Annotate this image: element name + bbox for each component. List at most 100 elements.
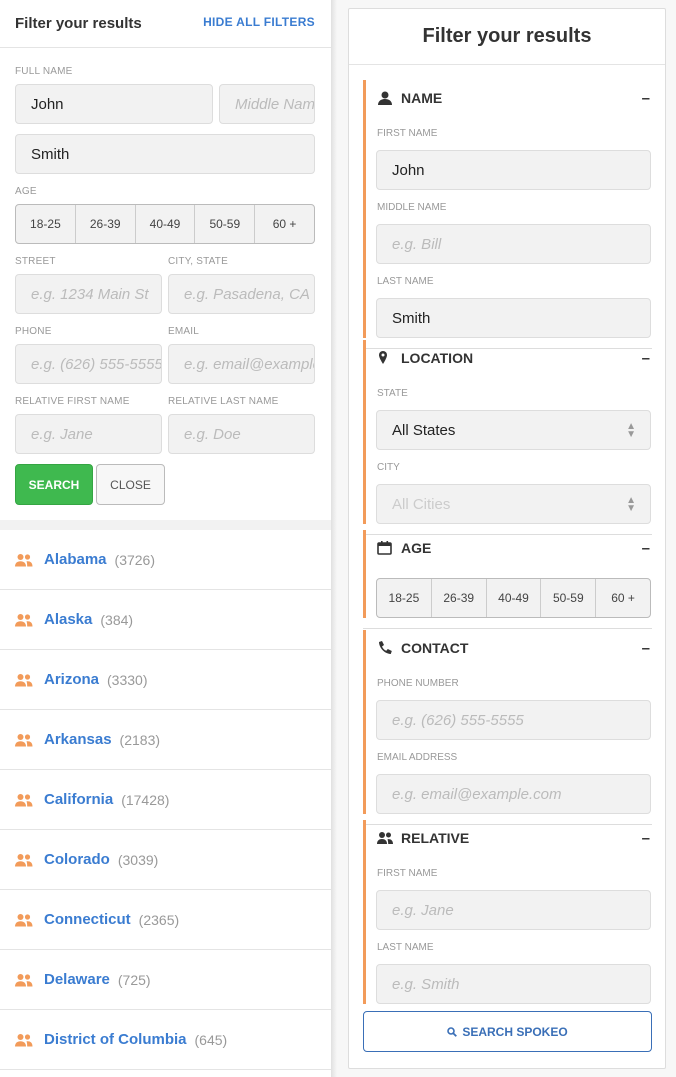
right-relative-first-name-field[interactable]: e.g. Jane xyxy=(376,890,651,930)
email-label: EMAIL xyxy=(168,326,200,337)
state-list-item[interactable]: Arkansas (2183) xyxy=(0,710,331,770)
age-label: AGE xyxy=(15,186,37,197)
right-last-name-field[interactable]: Smith xyxy=(376,298,651,338)
name-section-header[interactable]: NAME – xyxy=(366,80,652,116)
search-spokeo-button[interactable]: SEARCH SPOKEO xyxy=(363,1011,652,1052)
right-phone-field[interactable]: e.g. (626) 555-5555 xyxy=(376,700,651,740)
state-list-item[interactable]: Delaware (725) xyxy=(0,950,331,1010)
phone-label: PHONE xyxy=(15,326,52,337)
state-select[interactable]: All States ▲ ▼ xyxy=(376,410,651,450)
right-relative-last-name-field[interactable]: e.g. Smith xyxy=(376,964,651,1004)
age-range-selector: 18-25 26-39 40-49 50-59 60 + xyxy=(15,204,315,244)
right-age-range-selector: 18-25 26-39 40-49 50-59 60 + xyxy=(376,578,651,618)
middle-name-label: MIDDLE NAME xyxy=(377,202,447,213)
state-name[interactable]: Colorado xyxy=(44,851,110,868)
state-name[interactable]: California xyxy=(44,791,113,808)
state-list-item[interactable]: Connecticut (2365) xyxy=(0,890,331,950)
state-name[interactable]: Alaska xyxy=(44,611,92,628)
relative-last-name-label: LAST NAME xyxy=(377,942,434,953)
name-section: NAME – FIRST NAME John MIDDLE NAME e.g. … xyxy=(363,80,652,349)
state-list-item[interactable]: Alaska (384) xyxy=(0,590,331,650)
state-list-item[interactable]: Arizona (3330) xyxy=(0,650,331,710)
state-list-item[interactable]: District of Columbia (645) xyxy=(0,1010,331,1070)
users-icon xyxy=(15,673,33,686)
collapse-name-icon[interactable]: – xyxy=(642,90,650,107)
age-section-header[interactable]: AGE – xyxy=(366,530,652,566)
age-option[interactable]: 50-59 xyxy=(541,579,597,617)
state-count: (17428) xyxy=(121,791,170,808)
relative-first-name-label: RELATIVE FIRST NAME xyxy=(15,396,130,407)
search-button[interactable]: SEARCH xyxy=(15,464,93,505)
right-email-field[interactable]: e.g. email@example.com xyxy=(376,774,651,814)
age-option[interactable]: 40-49 xyxy=(136,205,196,243)
contact-section-header[interactable]: CONTACT – xyxy=(366,630,652,666)
middle-name-field[interactable]: Middle Name xyxy=(219,84,315,124)
left-filter-form: FULL NAME John Middle Name Smith AGE 18-… xyxy=(0,48,331,520)
state-count: (645) xyxy=(194,1031,228,1048)
email-field[interactable]: e.g. email@example.com xyxy=(168,344,315,384)
state-count: (2183) xyxy=(119,731,161,748)
right-title: Filter your results xyxy=(349,9,665,65)
collapse-relative-icon[interactable]: – xyxy=(642,830,650,847)
state-name[interactable]: Delaware xyxy=(44,971,110,988)
city-state-field[interactable]: e.g. Pasadena, CA xyxy=(168,274,315,314)
users-icon xyxy=(15,733,33,746)
relative-section-header[interactable]: RELATIVE – xyxy=(366,820,652,856)
calendar-icon xyxy=(377,541,392,555)
first-name-label: FIRST NAME xyxy=(377,128,438,139)
age-option[interactable]: 50-59 xyxy=(195,205,256,243)
collapse-contact-icon[interactable]: – xyxy=(642,640,650,657)
users-icon xyxy=(15,613,33,626)
state-list-item[interactable]: Colorado (3039) xyxy=(0,830,331,890)
state-count: (3330) xyxy=(107,671,148,688)
select-arrows-icon: ▲ ▼ xyxy=(626,421,636,440)
users-icon xyxy=(15,1033,33,1046)
city-state-label: CITY, STATE xyxy=(168,256,228,267)
left-title: Filter your results xyxy=(15,15,142,32)
age-option[interactable]: 18-25 xyxy=(16,205,76,243)
location-section-header[interactable]: LOCATION – xyxy=(366,340,652,376)
contact-section: CONTACT – PHONE NUMBER e.g. (626) 555-55… xyxy=(363,630,652,825)
users-icon xyxy=(377,832,393,844)
right-middle-name-field[interactable]: e.g. Bill xyxy=(376,224,651,264)
city-label: CITY xyxy=(377,462,400,473)
location-section: LOCATION – STATE All States ▲ ▼ CITY All … xyxy=(363,340,652,535)
state-name[interactable]: District of Columbia xyxy=(44,1031,187,1048)
last-name-label: LAST NAME xyxy=(377,276,434,287)
person-icon xyxy=(378,91,392,105)
age-option[interactable]: 26-39 xyxy=(76,205,136,243)
email-address-label: EMAIL ADDRESS xyxy=(377,752,458,763)
name-section-title: NAME xyxy=(401,90,443,106)
state-list-item[interactable]: Alabama (3726) xyxy=(0,530,331,590)
users-icon xyxy=(15,553,33,566)
last-name-field[interactable]: Smith xyxy=(15,134,315,174)
users-icon xyxy=(15,853,33,866)
state-list-item[interactable]: California (17428) xyxy=(0,770,331,830)
relative-last-name-field[interactable]: e.g. Doe xyxy=(168,414,315,454)
close-button[interactable]: CLOSE xyxy=(96,464,165,505)
state-name[interactable]: Connecticut xyxy=(44,911,131,928)
collapse-age-icon[interactable]: – xyxy=(642,540,650,557)
age-option[interactable]: 60 + xyxy=(255,205,314,243)
right-filter-sidebar: Filter your results NAME – FIRST NAME Jo… xyxy=(337,0,676,1077)
phone-field[interactable]: e.g. (626) 555-5555 xyxy=(15,344,162,384)
city-select[interactable]: All Cities ▲ ▼ xyxy=(376,484,651,524)
age-section: AGE – 18-25 26-39 40-49 50-59 60 + xyxy=(363,530,652,629)
relative-first-name-field[interactable]: e.g. Jane xyxy=(15,414,162,454)
first-name-field[interactable]: John xyxy=(15,84,213,124)
street-field[interactable]: e.g. 1234 Main St xyxy=(15,274,162,314)
right-first-name-field[interactable]: John xyxy=(376,150,651,190)
search-icon xyxy=(447,1026,458,1037)
location-section-title: LOCATION xyxy=(401,350,474,366)
collapse-location-icon[interactable]: – xyxy=(642,350,650,367)
section-divider xyxy=(0,520,331,530)
search-spokeo-label: SEARCH SPOKEO xyxy=(462,1024,568,1039)
age-option[interactable]: 60 + xyxy=(596,579,650,617)
age-option[interactable]: 18-25 xyxy=(377,579,432,617)
state-name[interactable]: Arkansas xyxy=(44,731,112,748)
age-option[interactable]: 40-49 xyxy=(487,579,542,617)
age-option[interactable]: 26-39 xyxy=(432,579,487,617)
hide-all-filters-link[interactable]: HIDE ALL FILTERS xyxy=(203,15,315,29)
state-name[interactable]: Arizona xyxy=(44,671,99,688)
state-name[interactable]: Alabama xyxy=(44,551,107,568)
